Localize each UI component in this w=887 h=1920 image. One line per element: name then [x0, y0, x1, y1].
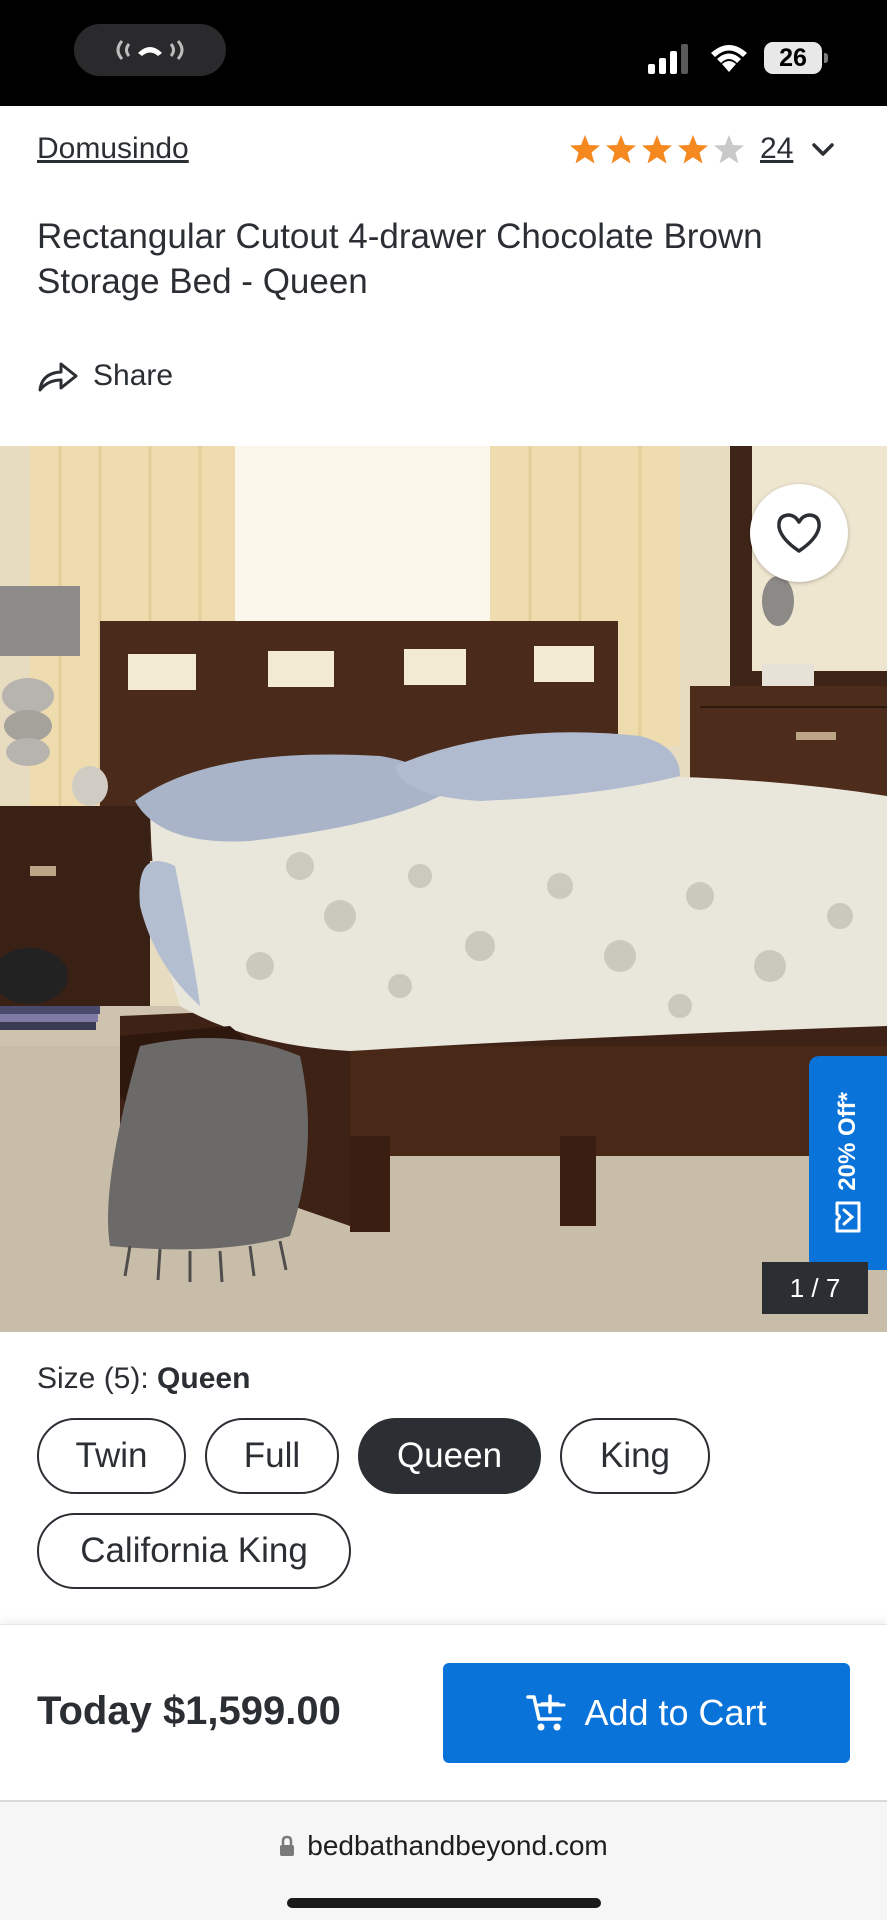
status-bar: 26	[0, 0, 887, 106]
review-count-link[interactable]: 24	[760, 132, 793, 166]
coupon-icon	[835, 1201, 861, 1233]
size-option-twin[interactable]: Twin	[37, 1418, 186, 1494]
image-counter: 1 / 7	[762, 1262, 868, 1314]
wifi-icon	[711, 45, 747, 72]
star-icon	[570, 135, 600, 164]
heart-icon	[777, 513, 821, 553]
share-label: Share	[93, 359, 174, 392]
brand-link[interactable]: Domusindo	[37, 132, 189, 166]
bed-photo	[0, 446, 887, 1332]
rating-stars[interactable]	[570, 132, 746, 166]
share-icon	[38, 362, 78, 392]
promo-label: 20% Off*	[834, 1091, 861, 1191]
add-to-cart-button[interactable]: Add to Cart	[443, 1663, 850, 1763]
call-icon	[116, 40, 184, 60]
size-option-king[interactable]: King	[560, 1418, 710, 1494]
star-icon	[606, 135, 636, 164]
add-to-cart-label: Add to Cart	[584, 1692, 767, 1733]
cart-plus-icon	[526, 1694, 566, 1731]
purchase-bar: Today $1,599.00 Add to Cart	[0, 1624, 887, 1800]
url-text: bedbathandbeyond.com	[307, 1830, 608, 1861]
lock-icon	[280, 1835, 295, 1856]
size-option-full[interactable]: Full	[205, 1418, 339, 1494]
promo-tab[interactable]: 20% Off*	[809, 1056, 887, 1270]
size-selected-value: Queen	[157, 1362, 251, 1395]
star-icon	[714, 135, 744, 164]
star-icon	[642, 135, 672, 164]
size-count-label: Size (5):	[37, 1362, 149, 1395]
size-option-california-king[interactable]: California King	[37, 1513, 351, 1589]
home-indicator[interactable]	[287, 1898, 601, 1908]
battery-level: 26	[779, 43, 807, 72]
price-label: Today $1,599.00	[37, 1689, 341, 1733]
call-indicator[interactable]	[74, 24, 226, 76]
battery-icon: 26	[764, 42, 828, 74]
size-option-queen[interactable]: Queen	[358, 1418, 541, 1494]
product-title: Rectangular Cutout 4-drawer Chocolate Br…	[37, 217, 763, 301]
share-button[interactable]: Share	[37, 354, 173, 398]
chevron-down-icon[interactable]	[810, 140, 836, 160]
star-icon	[678, 135, 708, 164]
product-image[interactable]	[0, 446, 887, 1332]
size-label: Size (5): Queen	[37, 1362, 250, 1396]
favorite-button[interactable]	[750, 484, 848, 582]
browser-url-bar[interactable]: bedbathandbeyond.com	[0, 1800, 887, 1920]
signal-icon	[648, 44, 688, 74]
